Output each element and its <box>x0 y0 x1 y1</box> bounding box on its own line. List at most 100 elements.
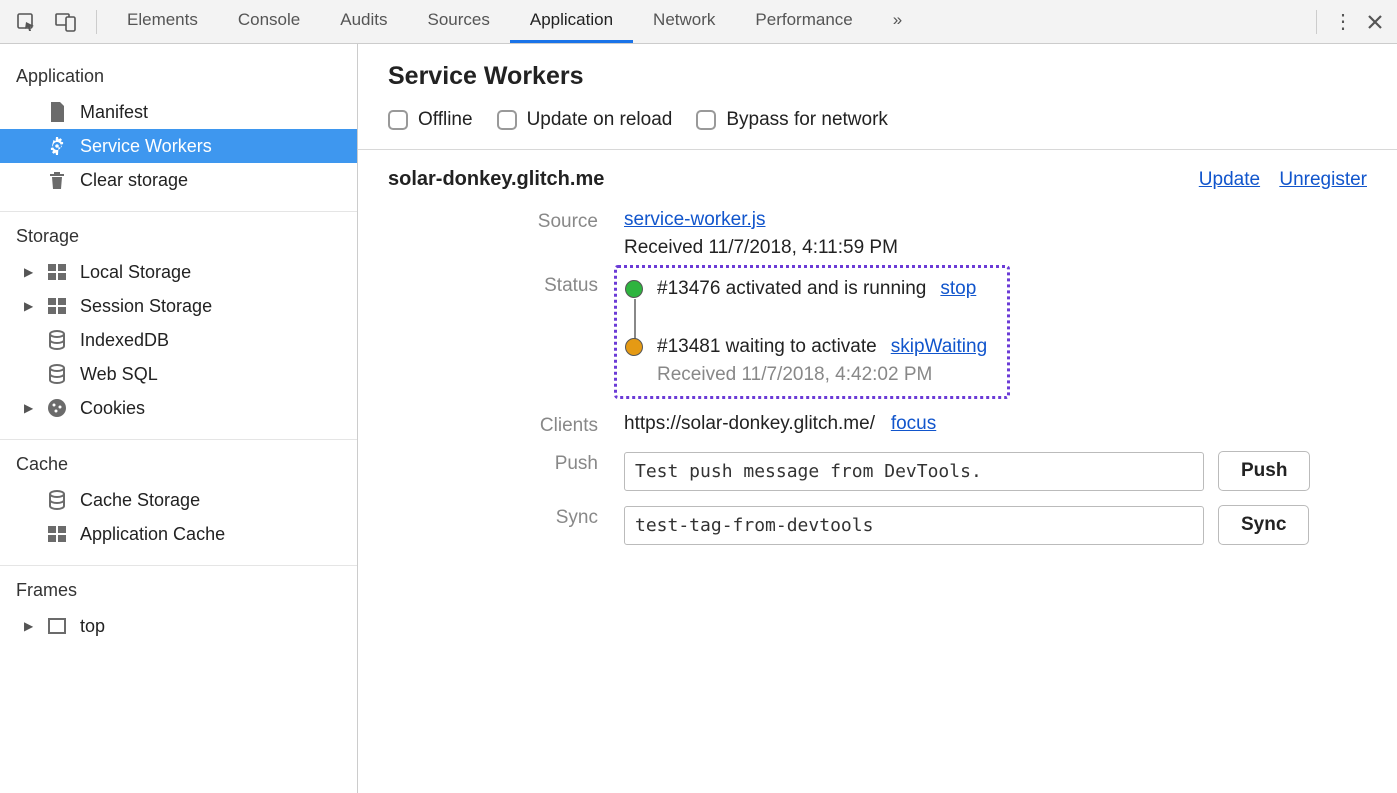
database-icon <box>46 329 68 351</box>
page-title: Service Workers <box>388 62 1367 91</box>
manifest-icon <box>46 101 68 123</box>
status-dot-waiting-icon <box>625 338 643 356</box>
kebab-menu-icon[interactable]: ⋮ <box>1327 6 1359 38</box>
sidebar-item-local-storage[interactable]: ▶ Local Storage <box>0 255 357 289</box>
sidebar-section-frames: Frames <box>0 568 357 609</box>
unregister-link[interactable]: Unregister <box>1279 169 1367 190</box>
sidebar-item-cache-storage[interactable]: Cache Storage <box>0 483 357 517</box>
sidebar-item-manifest[interactable]: Manifest <box>0 95 357 129</box>
checkbox-update-on-reload[interactable]: Update on reload <box>497 109 673 131</box>
tab-performance[interactable]: Performance <box>735 0 872 43</box>
status-line-waiting: #13481 waiting to activate skipWaiting <box>625 336 987 358</box>
trash-icon <box>46 169 68 191</box>
sidebar-item-label: Clear storage <box>80 170 188 191</box>
push-button[interactable]: Push <box>1218 451 1310 491</box>
application-sidebar: Application Manifest Service Workers Cle… <box>0 44 358 793</box>
sidebar-item-websql[interactable]: Web SQL <box>0 357 357 391</box>
push-row: Push Push <box>484 451 1367 491</box>
source-label: Source <box>484 209 624 233</box>
sidebar-item-label: Session Storage <box>80 296 212 317</box>
gear-icon <box>46 135 68 157</box>
expand-icon[interactable]: ▶ <box>24 401 36 415</box>
cookie-icon <box>46 397 68 419</box>
service-workers-panel: Service Workers Offline Update on reload… <box>358 44 1397 793</box>
checkbox-offline[interactable]: Offline <box>388 109 473 131</box>
source-link[interactable]: service-worker.js <box>624 209 765 230</box>
database-icon <box>46 363 68 385</box>
clients-row: Clients https://solar-donkey.glitch.me/ … <box>484 413 1367 437</box>
devtools-toolbar: Elements Console Audits Sources Applicat… <box>0 0 1397 44</box>
stop-link[interactable]: stop <box>940 278 976 300</box>
inspect-icon[interactable] <box>10 6 42 38</box>
sidebar-item-top-frame[interactable]: ▶ top <box>0 609 357 643</box>
grid-icon <box>46 523 68 545</box>
grid-icon <box>46 295 68 317</box>
sidebar-item-label: Cache Storage <box>80 490 200 511</box>
checkbox-icon[interactable] <box>497 110 517 130</box>
update-link[interactable]: Update <box>1199 169 1260 190</box>
sidebar-item-cookies[interactable]: ▶ Cookies <box>0 391 357 425</box>
tab-audits[interactable]: Audits <box>320 0 407 43</box>
sidebar-item-application-cache[interactable]: Application Cache <box>0 517 357 551</box>
status-highlight-box: #13476 activated and is running stop #13… <box>614 265 1010 399</box>
checkbox-icon[interactable] <box>388 110 408 130</box>
checkbox-icon[interactable] <box>696 110 716 130</box>
sidebar-item-label: Application Cache <box>80 524 225 545</box>
sync-label: Sync <box>484 505 624 529</box>
database-icon <box>46 489 68 511</box>
toolbar-divider-2 <box>1316 10 1317 34</box>
sync-button[interactable]: Sync <box>1218 505 1309 545</box>
status-active-text: #13476 activated and is running <box>657 278 926 300</box>
sync-input[interactable] <box>624 506 1204 545</box>
sidebar-section-cache: Cache <box>0 442 357 483</box>
checkbox-label: Bypass for network <box>726 109 888 131</box>
status-label: Status <box>484 273 624 297</box>
status-waiting-received: Received 11/7/2018, 4:42:02 PM <box>657 364 987 386</box>
tab-application[interactable]: Application <box>510 0 633 43</box>
tab-elements[interactable]: Elements <box>107 0 218 43</box>
origin-text: solar-donkey.glitch.me <box>388 168 604 191</box>
skipwaiting-link[interactable]: skipWaiting <box>891 336 987 358</box>
checkbox-label: Offline <box>418 109 473 131</box>
sidebar-section-storage: Storage <box>0 214 357 255</box>
sidebar-item-session-storage[interactable]: ▶ Session Storage <box>0 289 357 323</box>
clients-label: Clients <box>484 413 624 437</box>
options-row: Offline Update on reload Bypass for netw… <box>388 109 1367 149</box>
sidebar-section-application: Application <box>0 54 357 95</box>
sidebar-item-label: Service Workers <box>80 136 212 157</box>
focus-link[interactable]: focus <box>891 413 936 434</box>
push-label: Push <box>484 451 624 475</box>
source-row: Source service-worker.js Received 11/7/2… <box>484 209 1367 259</box>
expand-icon[interactable]: ▶ <box>24 299 36 313</box>
sync-row: Sync Sync <box>484 505 1367 545</box>
sidebar-item-label: IndexedDB <box>80 330 169 351</box>
tab-network[interactable]: Network <box>633 0 735 43</box>
checkbox-bypass[interactable]: Bypass for network <box>696 109 888 131</box>
sidebar-item-label: Web SQL <box>80 364 158 385</box>
expand-icon[interactable]: ▶ <box>24 265 36 279</box>
tab-console[interactable]: Console <box>218 0 320 43</box>
checkbox-label: Update on reload <box>527 109 673 131</box>
toolbar-divider <box>96 10 97 34</box>
client-url: https://solar-donkey.glitch.me/ <box>624 413 875 434</box>
sidebar-item-label: top <box>80 616 105 637</box>
status-dot-active-icon <box>625 280 643 298</box>
expand-icon[interactable]: ▶ <box>24 619 36 633</box>
close-icon[interactable] <box>1359 6 1391 38</box>
push-input[interactable] <box>624 452 1204 491</box>
tab-sources[interactable]: Sources <box>408 0 510 43</box>
toolbar-right: ⋮ <box>1306 6 1391 38</box>
tab-more[interactable]: » <box>873 0 922 43</box>
sidebar-item-clear-storage[interactable]: Clear storage <box>0 163 357 197</box>
sidebar-item-indexeddb[interactable]: IndexedDB <box>0 323 357 357</box>
sidebar-item-label: Local Storage <box>80 262 191 283</box>
origin-row: solar-donkey.glitch.me Update Unregister <box>388 168 1367 191</box>
device-toggle-icon[interactable] <box>50 6 82 38</box>
sidebar-item-service-workers[interactable]: Service Workers <box>0 129 357 163</box>
grid-icon <box>46 261 68 283</box>
frame-icon <box>46 615 68 637</box>
panel-tabs: Elements Console Audits Sources Applicat… <box>107 0 1306 43</box>
source-received: Received 11/7/2018, 4:11:59 PM <box>624 237 1367 259</box>
status-waiting-text: #13481 waiting to activate <box>657 336 877 358</box>
status-row: Status #13476 activated and is running s… <box>484 273 1367 399</box>
